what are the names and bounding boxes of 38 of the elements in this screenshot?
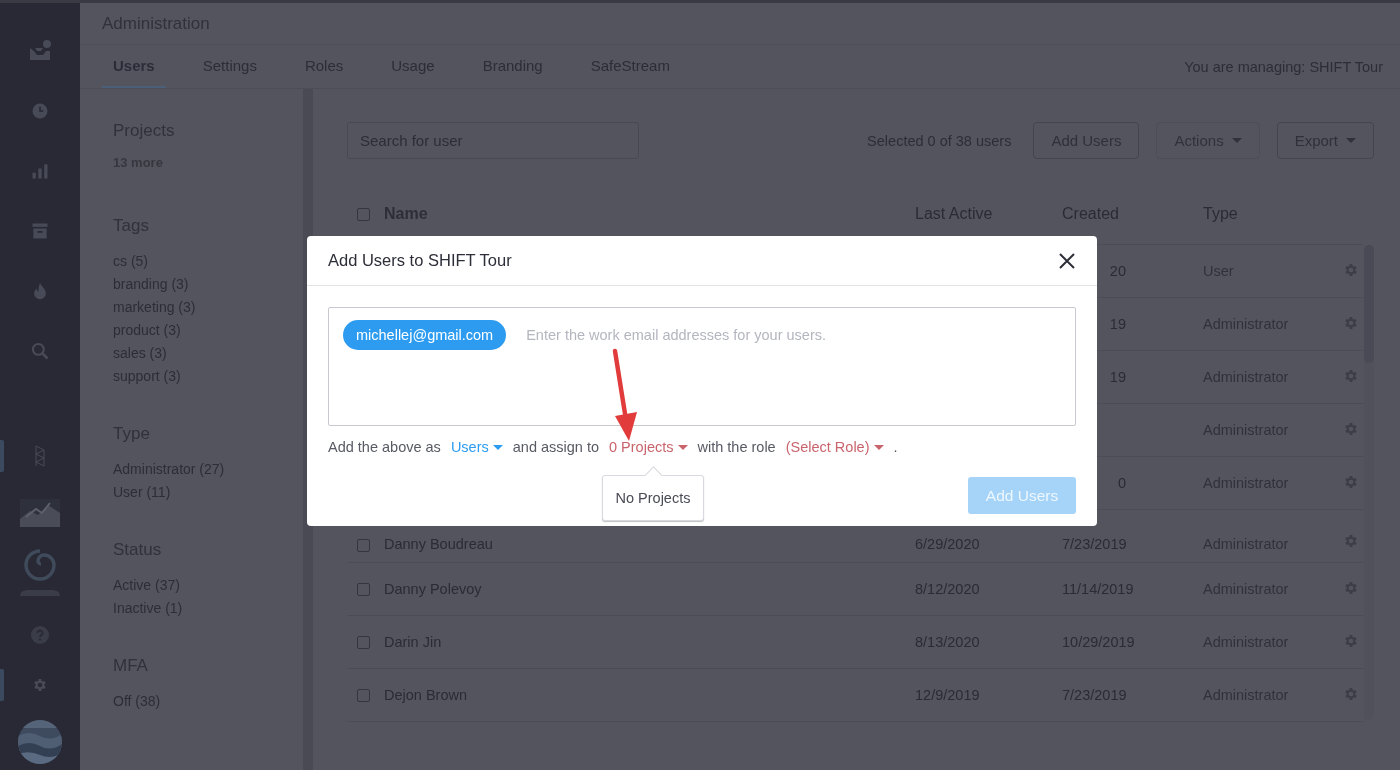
settings-icon[interactable] [1343,367,1359,384]
search-icon[interactable] [30,341,50,361]
dialog-title: Add Users to SHIFT Tour [328,251,512,270]
row-checkbox[interactable] [357,539,370,552]
inline-dropdown[interactable]: 0 Projects [609,439,688,455]
archive-icon[interactable] [30,221,50,241]
close-icon[interactable] [1057,250,1077,271]
caret-icon [492,444,503,450]
select-all-checkbox[interactable] [357,208,370,221]
settings-icon[interactable] [32,677,48,693]
settings-icon[interactable] [1343,261,1359,278]
assign-text: with the role [697,439,776,455]
spiral-logo-icon[interactable] [22,547,58,583]
clock-icon[interactable] [30,101,50,121]
settings-icon[interactable] [1343,579,1359,596]
inline-dropdown[interactable]: (Select Role) [785,439,884,455]
row-checkbox[interactable] [357,635,370,649]
email-chip[interactable]: michellej@gmail.com [343,320,507,350]
caret-icon [1231,138,1242,143]
caret-icon [677,444,688,450]
row-checkbox[interactable] [357,688,370,702]
settings-icon[interactable] [1343,473,1359,490]
email-field[interactable]: michellej@gmail.com Enter the work email addresses for your users. [328,307,1076,426]
settings-icon[interactable] [1343,685,1359,702]
assign-text: Add the above as [328,439,441,455]
settings-icon[interactable] [1343,533,1359,549]
row-checkbox[interactable] [357,582,370,596]
inline-dropdown[interactable]: Users [450,439,503,455]
popover: No Projects [602,467,704,521]
inbox-icon[interactable] [28,39,52,63]
assign-text: . [893,439,898,455]
settings-icon[interactable] [1343,632,1359,649]
settings-icon[interactable] [1343,420,1359,437]
caret-icon [873,444,884,450]
caret-icon [1346,138,1356,143]
assign-text: and assign to [512,439,599,455]
settings-icon[interactable] [1343,314,1359,331]
bar-chart-icon[interactable] [30,161,50,181]
